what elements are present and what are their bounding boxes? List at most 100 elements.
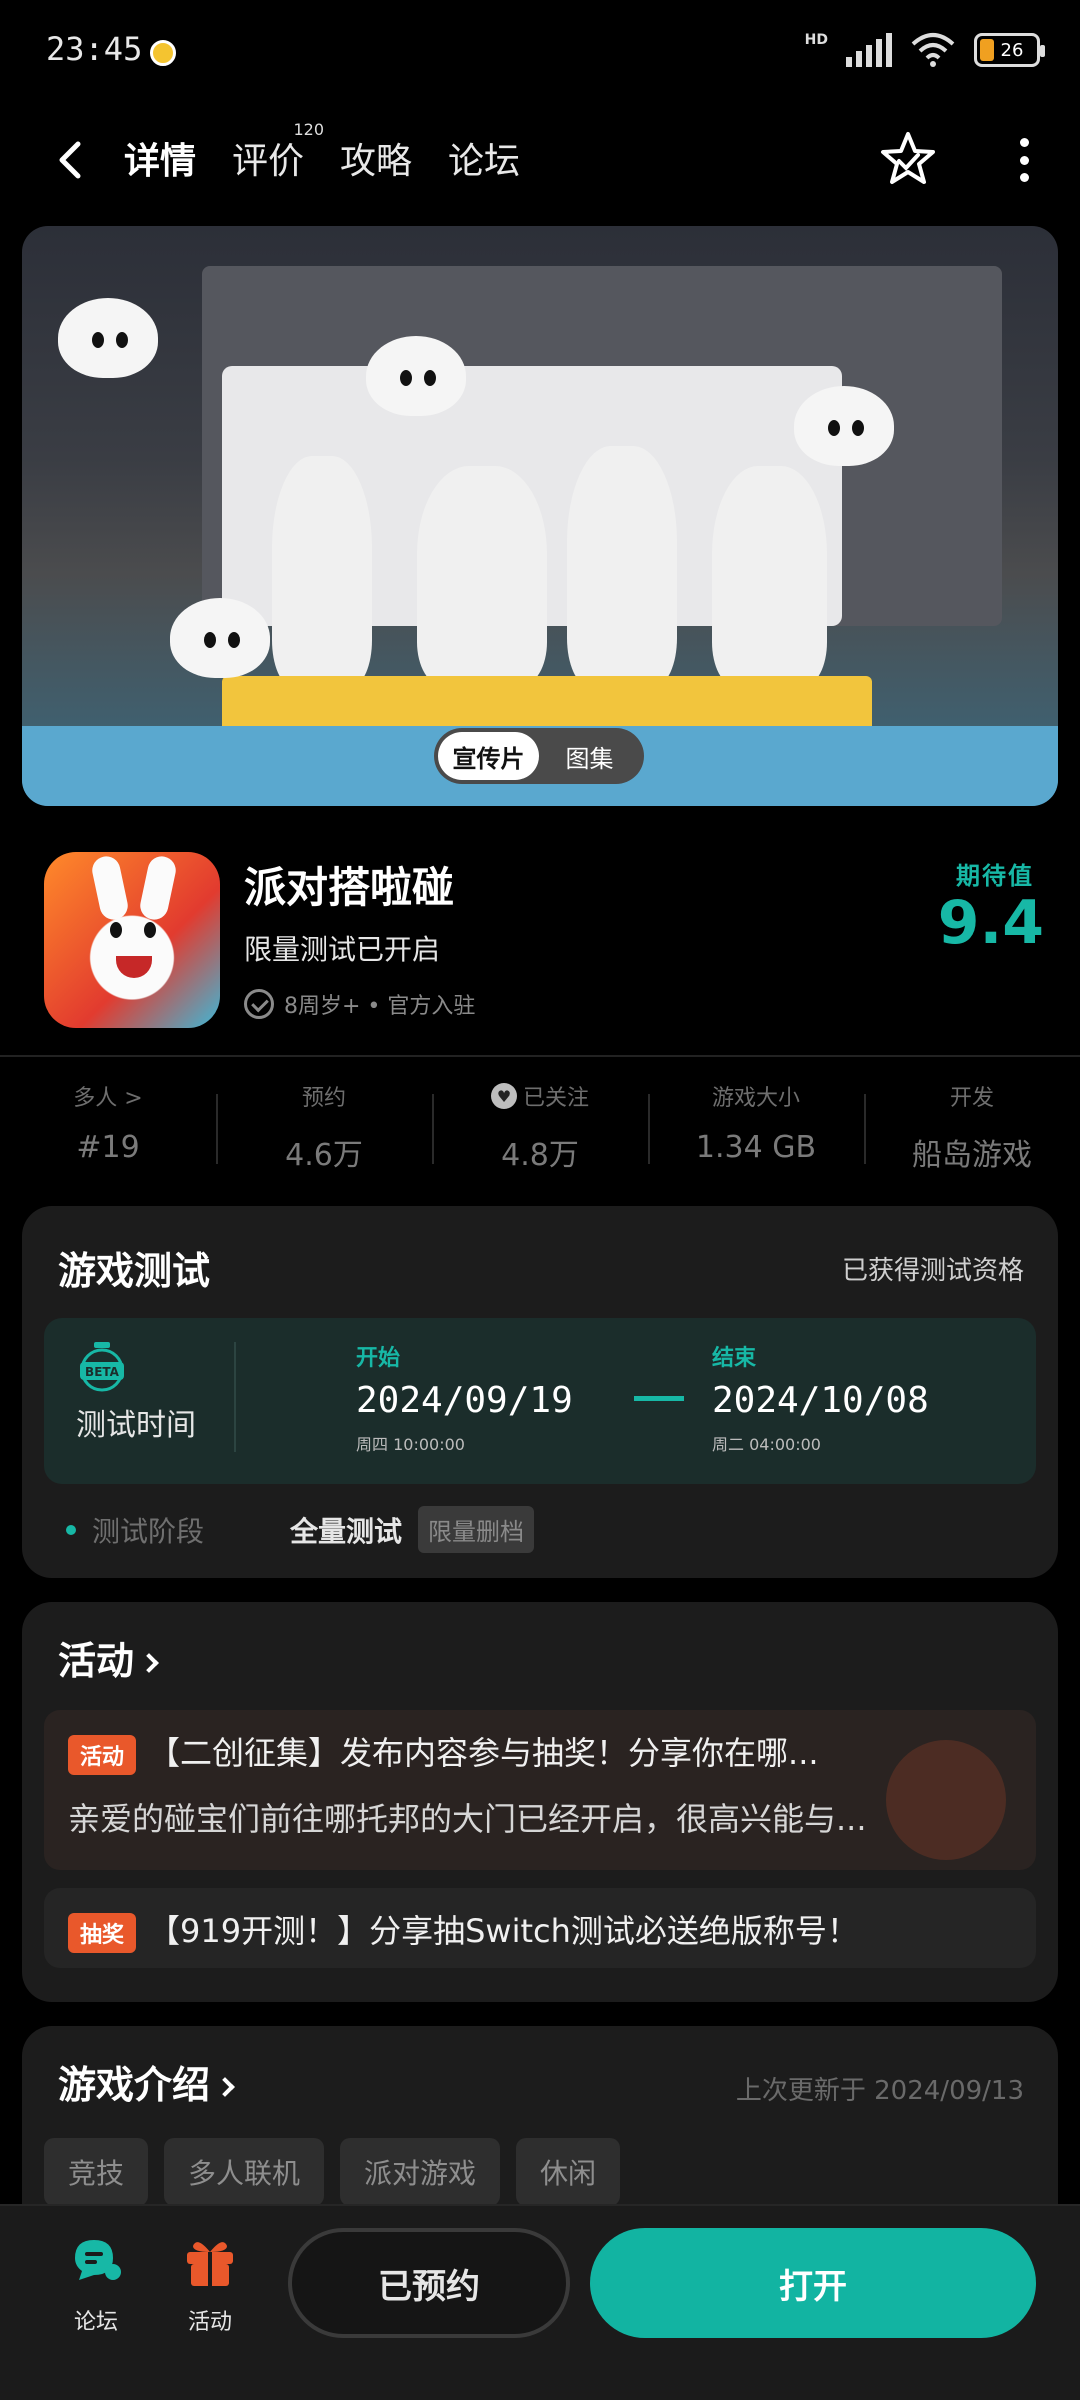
lottery-tag: 抽奖 — [68, 1913, 137, 1953]
reviews-count-badge: 120 — [293, 120, 325, 139]
back-icon[interactable] — [48, 136, 96, 184]
gift-icon — [187, 2242, 233, 2286]
activity-label: 活动 — [187, 2310, 232, 2335]
activities-card: 活动 活动 【二创征集】发布内容参与抽奖！分享你在哪... 亲爱的碰宝们前往哪托邦… — [22, 1602, 1058, 2002]
intro-title-text: 游戏介绍 — [58, 2063, 211, 2107]
app-meta: 8周岁+ • 官方入驻 — [244, 988, 475, 1020]
tab-reviews-label: 评价 — [232, 141, 305, 182]
test-end: 结束 2024/10/08 周二 04:00:00 — [712, 1340, 929, 1455]
bottom-forum[interactable]: 论坛 — [56, 2232, 136, 2336]
stat-label: 开发 — [949, 1086, 994, 1111]
test-title: 游戏测试 — [58, 1249, 211, 1293]
genre-tag[interactable]: 多人联机 — [164, 2138, 325, 2206]
stat-label: 多人 > — [73, 1086, 143, 1111]
activity-item[interactable]: 抽奖 【919开测！】分享抽Switch测试必送绝版称号！ — [44, 1888, 1036, 1968]
genre-tags: 竞技 多人联机 派对游戏 休闲 — [44, 2138, 621, 2206]
end-date: 2024/10/08 — [712, 1380, 929, 1421]
stats-row: 多人 > #19 预约 4.6万 ♥ 已关注 4.8万 游戏大小 1.34 GB… — [0, 1070, 1080, 1188]
start-date: 2024/09/19 — [356, 1380, 573, 1421]
genre-tag[interactable]: 派对游戏 — [340, 2138, 501, 2206]
genre-tag[interactable]: 休闲 — [516, 2138, 621, 2206]
test-time-label: 测试时间 — [76, 1408, 196, 1443]
app-info: 派对搭啦碰 限量测试已开启 8周岁+ • 官方入驻 期待值 9.4 — [0, 836, 1080, 1036]
arrow-dash — [634, 1396, 684, 1401]
figure-decoration — [567, 446, 677, 686]
forum-label: 论坛 — [73, 2310, 118, 2335]
stage-tag: 限量删档 — [418, 1506, 535, 1553]
stat-developer[interactable]: 开发 船岛游戏 — [864, 1070, 1080, 1188]
open-button[interactable]: 打开 — [590, 2228, 1036, 2338]
figure-decoration — [272, 456, 372, 686]
test-time-panel: BETA 测试时间 开始 2024/09/19 周四 10:00:00 结束 2… — [44, 1318, 1036, 1484]
favorite-star-icon[interactable] — [876, 128, 940, 192]
intro-title[interactable]: 游戏介绍 — [58, 2054, 235, 2109]
activity-title: 【二创征集】发布内容参与抽奖！分享你在哪... — [148, 1734, 819, 1772]
notification-icon — [150, 40, 176, 66]
bottom-action-bar: 论坛 活动 已预约 打开 — [0, 2204, 1080, 2400]
app-icon — [44, 852, 220, 1028]
status-time: 23:45 — [46, 30, 143, 68]
ghost-decoration — [58, 298, 158, 378]
test-card: 游戏测试 已获得测试资格 BETA 测试时间 开始 2024/09/19 周四 … — [22, 1206, 1058, 1578]
activity-desc: 亲爱的碰宝们前往哪托邦的大门已经开启，很高兴能与... — [68, 1800, 867, 1838]
figure-decoration — [417, 466, 547, 686]
activity-item[interactable]: 活动 【二创征集】发布内容参与抽奖！分享你在哪... 亲爱的碰宝们前往哪托邦的大门… — [44, 1710, 1036, 1870]
app-subtitle: 限量测试已开启 — [244, 933, 441, 966]
tab-reviews[interactable]: 评价 120 — [232, 120, 324, 190]
test-stage: 测试阶段 全量测试 限量删档 — [66, 1506, 535, 1553]
heart-icon: ♥ — [490, 1083, 517, 1109]
stat-value: 船岛游戏 — [912, 1138, 1032, 1173]
toggle-gallery[interactable]: 图集 — [539, 732, 640, 780]
stat-value: 4.8万 — [501, 1138, 579, 1173]
app-meta-text: 8周岁+ • 官方入驻 — [284, 994, 476, 1019]
end-label: 结束 — [712, 1346, 757, 1371]
expect-score: 9.4 — [937, 888, 1044, 958]
test-status: 已获得测试资格 — [841, 1256, 1024, 1286]
tab-details[interactable]: 详情 — [119, 132, 201, 190]
network-type: HD — [804, 32, 828, 48]
media-banner[interactable]: 宣传片 图集 — [22, 226, 1058, 806]
app-name: 派对搭啦碰 — [244, 863, 455, 912]
activities-title[interactable]: 活动 — [58, 1630, 159, 1685]
signal-icon — [846, 33, 892, 67]
chevron-right-icon — [139, 1653, 159, 1673]
stat-label: ♥ 已关注 — [432, 1080, 648, 1112]
ghost-decoration — [170, 598, 270, 678]
beta-badge-text: BETA — [85, 1365, 120, 1379]
panel-separator — [234, 1342, 236, 1452]
tab-guides[interactable]: 攻略 — [340, 132, 412, 190]
expect-label: 期待值 — [956, 862, 1034, 890]
divider — [0, 1055, 1080, 1057]
stage-label: 测试阶段 — [92, 1514, 205, 1548]
stat-value: 4.6万 — [285, 1138, 363, 1173]
stat-reservations: 预约 4.6万 — [216, 1070, 432, 1188]
reserved-button[interactable]: 已预约 — [288, 2228, 570, 2338]
beta-icon: BETA — [80, 1342, 124, 1392]
stat-rank[interactable]: 多人 > #19 — [0, 1070, 216, 1188]
status-icons: HD 26 — [804, 32, 1045, 68]
stat-label: 预约 — [301, 1086, 346, 1111]
genre-tag[interactable]: 竞技 — [44, 2138, 149, 2206]
start-label: 开始 — [356, 1346, 401, 1371]
activity-title-line: 活动 【二创征集】发布内容参与抽奖！分享你在哪... — [68, 1728, 1008, 1775]
toggle-trailer[interactable]: 宣传片 — [438, 732, 539, 780]
chevron-right-icon — [215, 2077, 235, 2097]
follow-label: 已关注 — [522, 1086, 589, 1111]
start-time: 周四 10:00:00 — [356, 1435, 465, 1454]
test-start: 开始 2024/09/19 周四 10:00:00 — [356, 1340, 573, 1455]
stat-value: 1.34 GB — [695, 1130, 817, 1165]
intro-updated: 上次更新于 2024/09/13 — [735, 2076, 1024, 2106]
more-icon[interactable] — [1014, 138, 1034, 182]
stat-size: 游戏大小 1.34 GB — [648, 1070, 864, 1188]
forum-chat-icon — [75, 2240, 121, 2280]
bottom-activity[interactable]: 活动 — [170, 2232, 250, 2336]
stage-value: 全量测试 — [290, 1514, 403, 1548]
end-time: 周二 04:00:00 — [712, 1435, 821, 1454]
verified-check-icon — [244, 989, 274, 1019]
ghost-decoration — [794, 386, 894, 466]
tab-forum[interactable]: 论坛 — [448, 132, 520, 190]
top-nav: 详情 评价 120 攻略 论坛 — [0, 120, 1080, 200]
activity-title-line: 抽奖 【919开测！】分享抽Switch测试必送绝版称号！ — [68, 1906, 1008, 1953]
stat-value: #19 — [76, 1130, 140, 1165]
stat-follow[interactable]: ♥ 已关注 4.8万 — [432, 1070, 648, 1188]
